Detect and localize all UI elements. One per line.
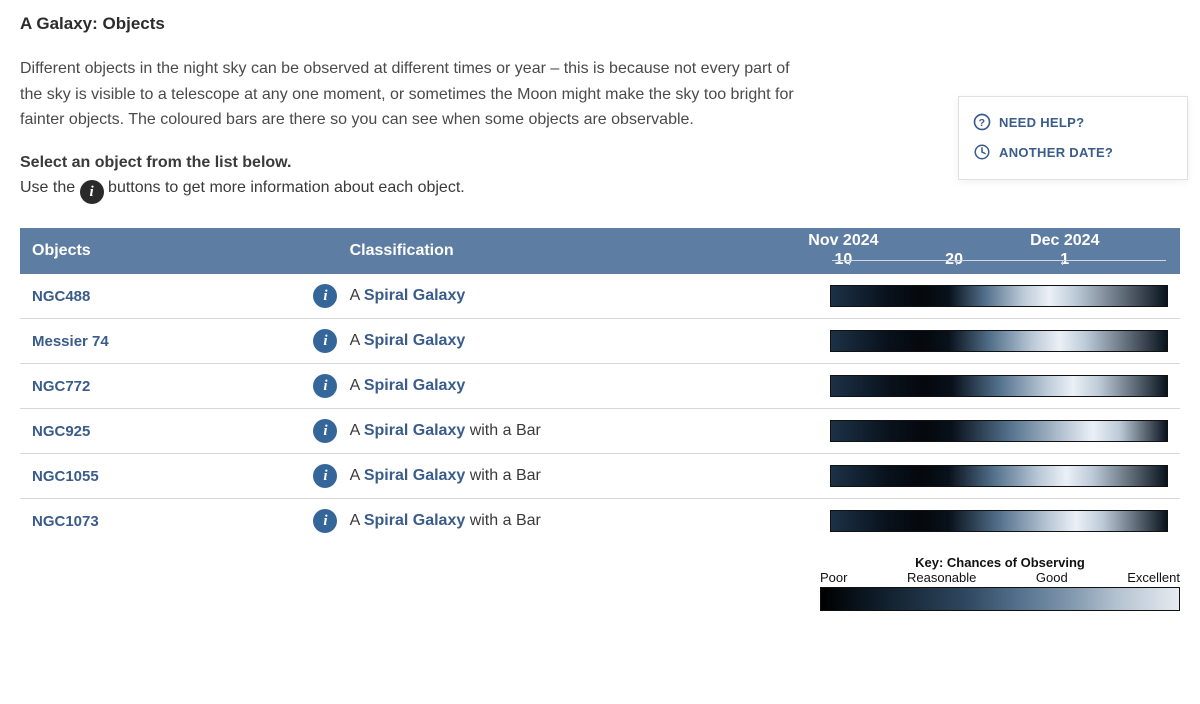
col-objects: Objects [20,228,338,274]
classification-link[interactable]: Spiral Galaxy [364,287,465,304]
need-help-link[interactable]: ? NEED HELP? [973,107,1173,137]
legend-title: Key: Chances of Observing [820,555,1180,570]
info-button[interactable]: i [313,419,337,443]
classification-link[interactable]: Spiral Galaxy [364,422,465,439]
col-classification: Classification [338,228,818,274]
another-date-link[interactable]: ANOTHER DATE? [973,137,1173,167]
table-row: NGC925 iA Spiral Galaxy with a Bar [20,409,1180,454]
instruction-bold: Select an object from the list below. [20,154,291,171]
legend-label-reasonable: Reasonable [907,570,976,585]
instruction-suffix: buttons to get more information about ea… [104,179,465,196]
info-button[interactable]: i [313,329,337,353]
legend-label-excellent: Excellent [1127,570,1180,585]
info-icon: i [80,180,104,204]
classification-cell: A Spiral Galaxy with a Bar [338,409,818,454]
instruction-prefix: Use the [20,179,80,196]
intro-text: Different objects in the night sky can b… [20,56,800,133]
table-row: NGC488 iA Spiral Galaxy [20,274,1180,319]
clock-icon [973,143,991,161]
classification-cell: A Spiral Galaxy [338,274,818,319]
info-button[interactable]: i [313,464,337,488]
col-timeline: Nov 20241020Dec 20241 [818,228,1180,274]
legend: Key: Chances of Observing Poor Reasonabl… [20,555,1180,611]
object-link[interactable]: NGC1055 [32,468,99,485]
classification-link[interactable]: Spiral Galaxy [364,377,465,394]
info-button[interactable]: i [313,509,337,533]
visibility-bar [830,420,1168,442]
classification-link[interactable]: Spiral Galaxy [364,467,465,484]
visibility-bar [830,330,1168,352]
table-row: NGC772 iA Spiral Galaxy [20,364,1180,409]
svg-text:?: ? [979,117,986,129]
object-link[interactable]: NGC925 [32,423,90,440]
objects-table: Objects Classification Nov 20241020Dec 2… [20,228,1180,543]
object-link[interactable]: Messier 74 [32,333,109,350]
help-card: ? NEED HELP? ANOTHER DATE? [958,96,1188,180]
visibility-bar [830,375,1168,397]
info-button[interactable]: i [313,284,337,308]
classification-cell: A Spiral Galaxy [338,319,818,364]
classification-cell: A Spiral Galaxy [338,364,818,409]
another-date-label: ANOTHER DATE? [999,145,1113,160]
visibility-bar [830,465,1168,487]
table-row: NGC1055 iA Spiral Galaxy with a Bar [20,454,1180,499]
classification-cell: A Spiral Galaxy with a Bar [338,454,818,499]
info-button[interactable]: i [313,374,337,398]
object-link[interactable]: NGC1073 [32,513,99,530]
table-row: NGC1073 iA Spiral Galaxy with a Bar [20,499,1180,544]
object-link[interactable]: NGC488 [32,288,90,305]
classification-link[interactable]: Spiral Galaxy [364,332,465,349]
classification-link[interactable]: Spiral Galaxy [364,512,465,529]
classification-cell: A Spiral Galaxy with a Bar [338,499,818,544]
legend-label-good: Good [1036,570,1068,585]
question-icon: ? [973,113,991,131]
need-help-label: NEED HELP? [999,115,1084,130]
visibility-bar [830,285,1168,307]
visibility-bar [830,510,1168,532]
table-row: Messier 74 iA Spiral Galaxy [20,319,1180,364]
object-link[interactable]: NGC772 [32,378,90,395]
page-title: A Galaxy: Objects [20,14,1180,34]
legend-label-poor: Poor [820,570,847,585]
legend-bar [820,587,1180,611]
